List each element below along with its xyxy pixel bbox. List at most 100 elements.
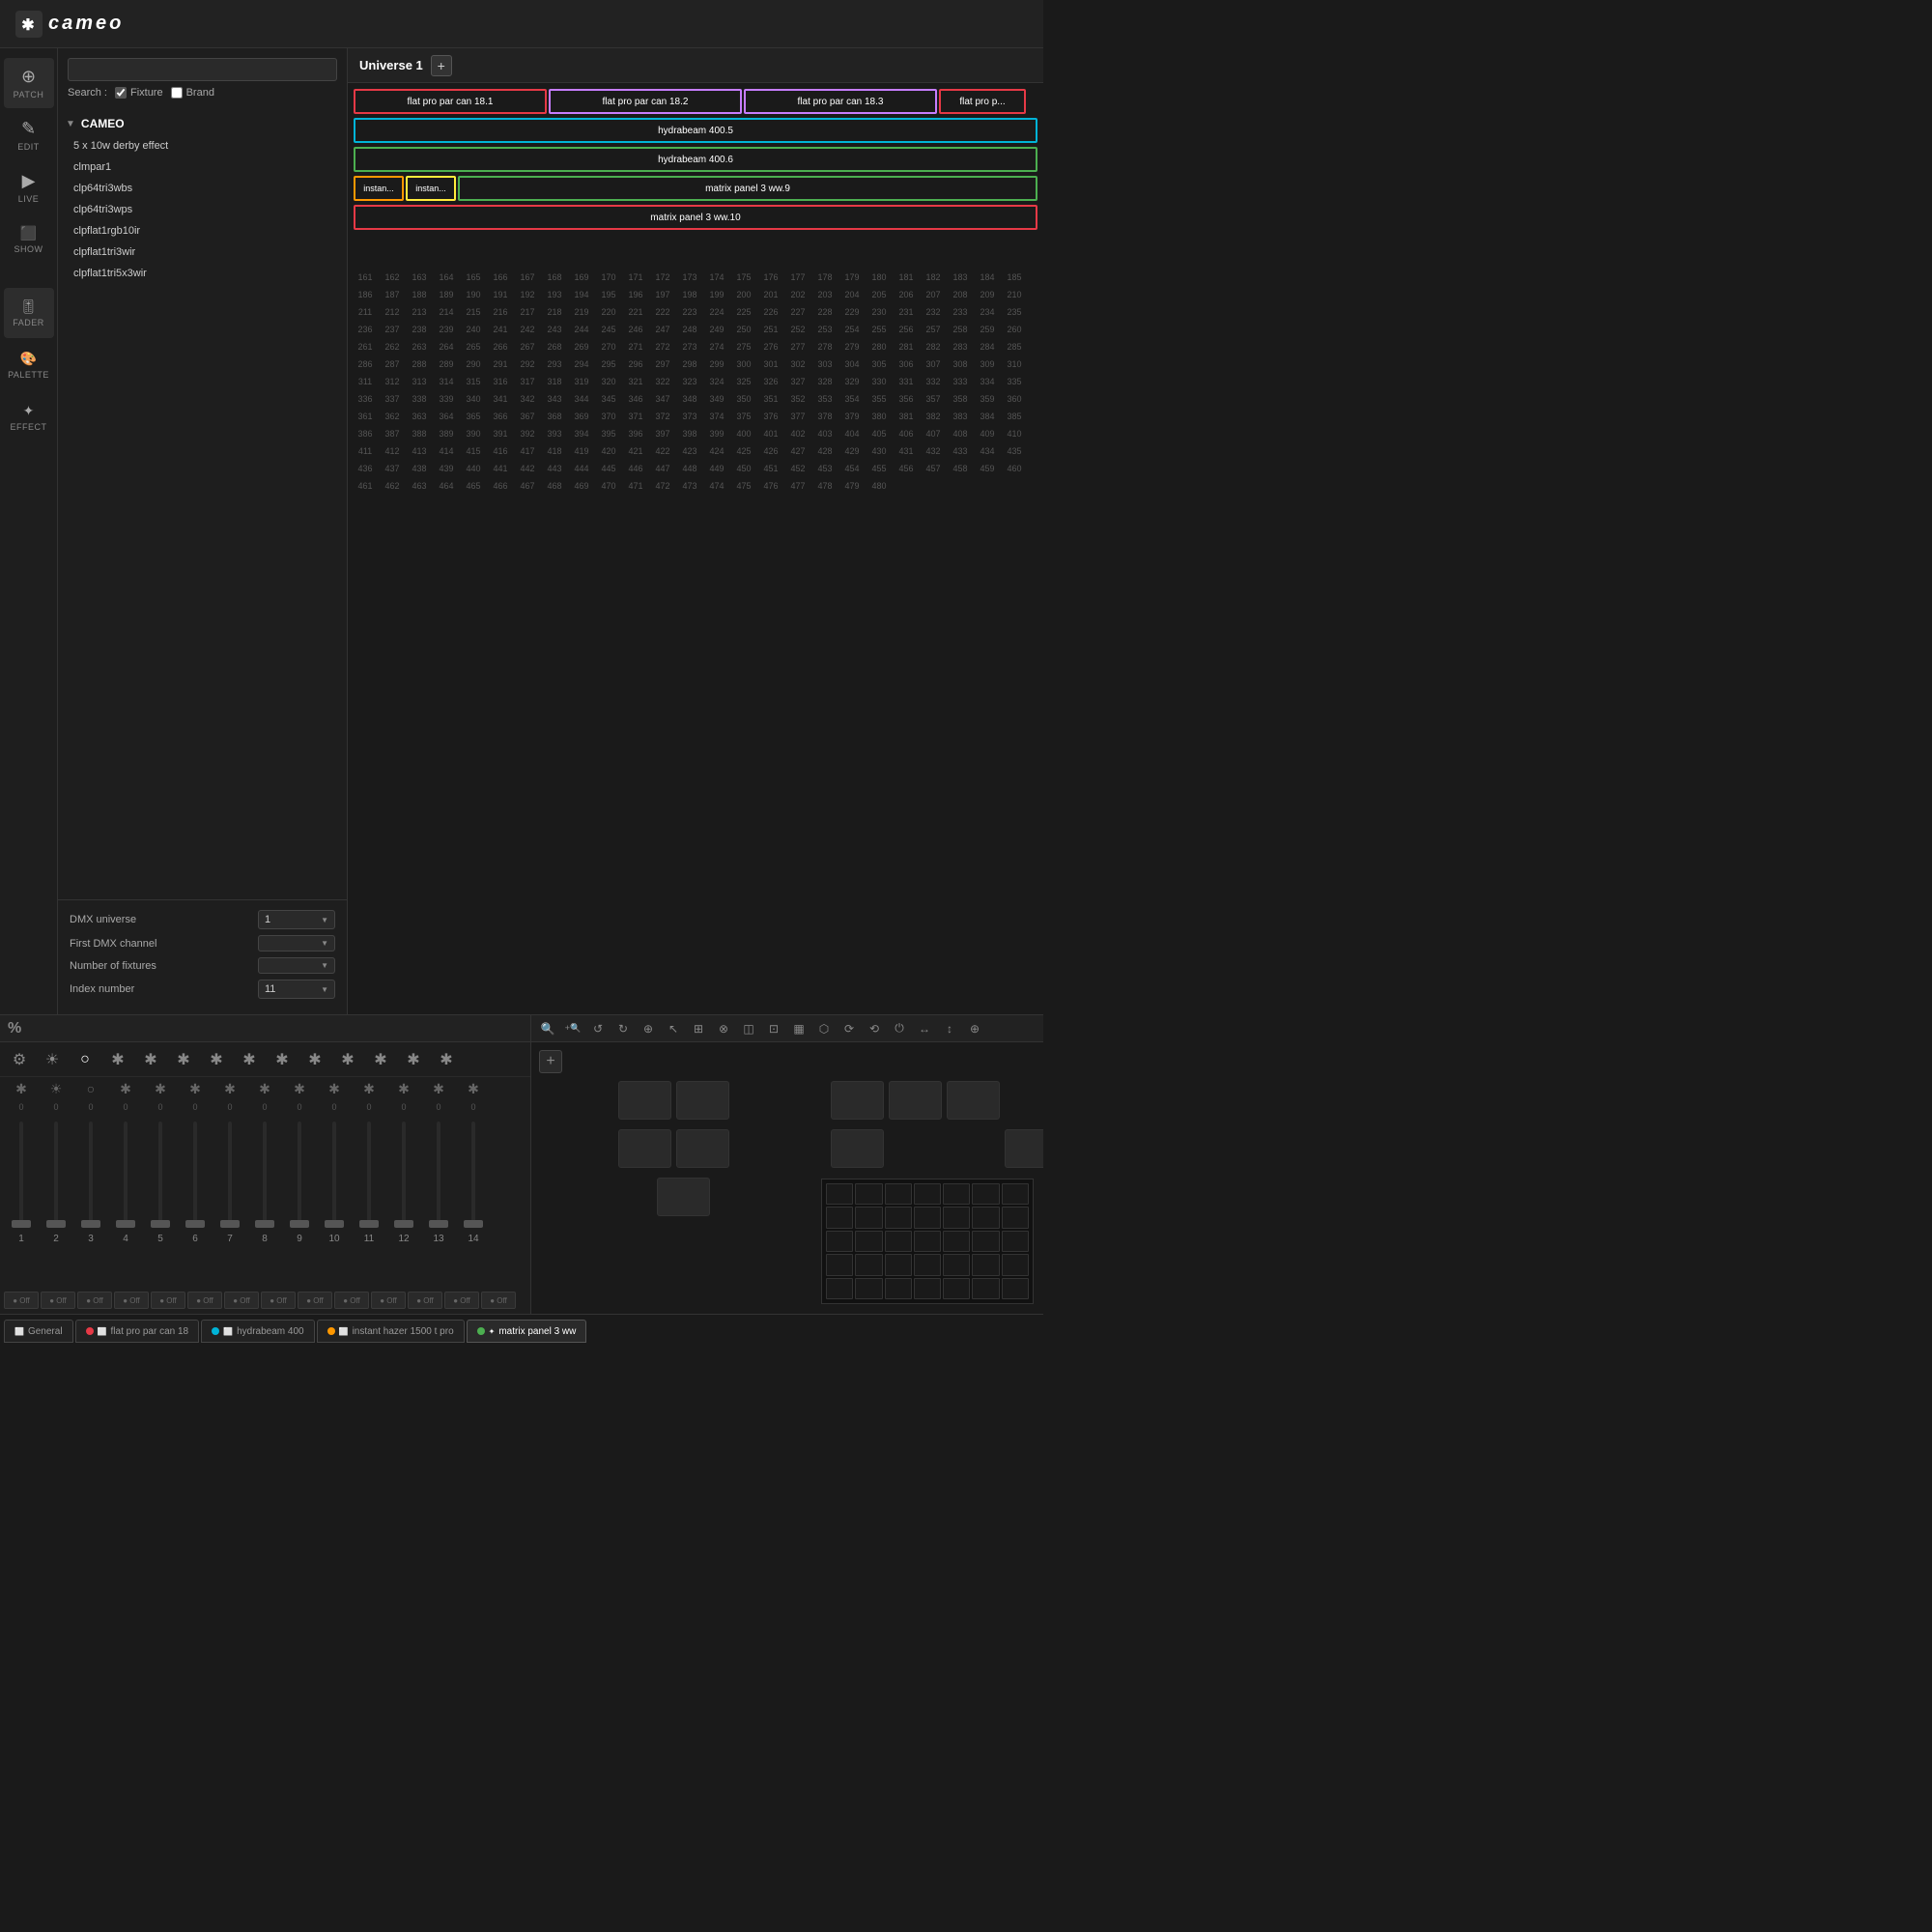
rotate-ccw-icon[interactable]: ⟳: [838, 1018, 860, 1039]
channel-num-311[interactable]: 311: [352, 373, 379, 390]
panel-icon[interactable]: ◫: [738, 1018, 759, 1039]
channel-num-202[interactable]: 202: [784, 286, 811, 303]
channel-num-424[interactable]: 424: [703, 442, 730, 460]
channel-num-460[interactable]: 460: [1001, 460, 1028, 477]
channel-num-258[interactable]: 258: [947, 321, 974, 338]
matrix-cell-1[interactable]: [855, 1183, 882, 1205]
channel-num-373[interactable]: 373: [676, 408, 703, 425]
fader-icon-star9[interactable]: ✱: [365, 1046, 396, 1073]
channel-num-392[interactable]: 392: [514, 425, 541, 442]
channel-num-224[interactable]: 224: [703, 303, 730, 321]
channel-num-225[interactable]: 225: [730, 303, 757, 321]
channel-num-307[interactable]: 307: [920, 355, 947, 373]
channel-num-375[interactable]: 375: [730, 408, 757, 425]
plus-circle-icon[interactable]: ⊕: [964, 1018, 985, 1039]
channel-num-448[interactable]: 448: [676, 460, 703, 477]
fader-handle-11[interactable]: [359, 1220, 379, 1228]
channel-num-370[interactable]: 370: [595, 408, 622, 425]
channel-num-335[interactable]: 335: [1001, 373, 1028, 390]
channel-num-336[interactable]: 336: [352, 390, 379, 408]
dmx-universe-input[interactable]: 1 ▼: [258, 910, 335, 929]
channel-num-350[interactable]: 350: [730, 390, 757, 408]
channel-num-319[interactable]: 319: [568, 373, 595, 390]
channel-num-270[interactable]: 270: [595, 338, 622, 355]
channel-num-467[interactable]: 467: [514, 477, 541, 495]
matrix-cell-26[interactable]: [972, 1254, 999, 1275]
sidebar-item-fader[interactable]: 🎚 FADER: [4, 288, 54, 338]
fixture-flat-pro-1[interactable]: flat pro par can 18.1: [354, 89, 547, 114]
tab-instant[interactable]: ⬜ instant hazer 1500 t pro: [317, 1320, 465, 1343]
channel-num-359[interactable]: 359: [974, 390, 1001, 408]
fader-btn-3[interactable]: ● Off: [77, 1292, 112, 1309]
fader-handle-4[interactable]: [116, 1220, 135, 1228]
channel-num-292[interactable]: 292: [514, 355, 541, 373]
fixture-flat-pro-4[interactable]: flat pro p...: [939, 89, 1026, 114]
matrix-cell-34[interactable]: [1002, 1278, 1029, 1299]
channel-num-394[interactable]: 394: [568, 425, 595, 442]
matrix-cell-25[interactable]: [943, 1254, 970, 1275]
channel-num-303[interactable]: 303: [811, 355, 838, 373]
channel-num-205[interactable]: 205: [866, 286, 893, 303]
channel-num-323[interactable]: 323: [676, 373, 703, 390]
channel-num-362[interactable]: 362: [379, 408, 406, 425]
channel-num-391[interactable]: 391: [487, 425, 514, 442]
fader-icon-cog[interactable]: ⚙: [4, 1046, 35, 1073]
matrix-cell-4[interactable]: [943, 1183, 970, 1205]
channel-num-436[interactable]: 436: [352, 460, 379, 477]
matrix-cell-28[interactable]: [826, 1278, 853, 1299]
fader-icon-star4[interactable]: ✱: [201, 1046, 232, 1073]
channel-num-369[interactable]: 369: [568, 408, 595, 425]
matrix-cell-12[interactable]: [972, 1207, 999, 1228]
fixture-hydrabeam-6[interactable]: hydrabeam 400.6: [354, 147, 1037, 172]
fader-handle-12[interactable]: [394, 1220, 413, 1228]
channel-num-417[interactable]: 417: [514, 442, 541, 460]
channel-num-371[interactable]: 371: [622, 408, 649, 425]
channel-num-283[interactable]: 283: [947, 338, 974, 355]
channel-num-413[interactable]: 413: [406, 442, 433, 460]
channel-num-472[interactable]: 472: [649, 477, 676, 495]
channel-num-227[interactable]: 227: [784, 303, 811, 321]
channel-num-198[interactable]: 198: [676, 286, 703, 303]
channel-num-279[interactable]: 279: [838, 338, 866, 355]
channel-num-254[interactable]: 254: [838, 321, 866, 338]
channel-num-268[interactable]: 268: [541, 338, 568, 355]
sidebar-item-live[interactable]: ▶ LIVE: [4, 162, 54, 213]
channel-num-418[interactable]: 418: [541, 442, 568, 460]
channel-num-272[interactable]: 272: [649, 338, 676, 355]
link-icon[interactable]: ↔: [914, 1018, 935, 1039]
channel-num-196[interactable]: 196: [622, 286, 649, 303]
channel-num-244[interactable]: 244: [568, 321, 595, 338]
channel-num-408[interactable]: 408: [947, 425, 974, 442]
channel-num-284[interactable]: 284: [974, 338, 1001, 355]
channel-num-176[interactable]: 176: [757, 269, 784, 286]
channel-num-376[interactable]: 376: [757, 408, 784, 425]
sidebar-item-edit[interactable]: ✎ EDIT: [4, 110, 54, 160]
channel-num-456[interactable]: 456: [893, 460, 920, 477]
tree-item-4[interactable]: clpflat1rgb10ir: [58, 220, 347, 242]
channel-num-386[interactable]: 386: [352, 425, 379, 442]
matrix-cell-27[interactable]: [1002, 1254, 1029, 1275]
channel-num-340[interactable]: 340: [460, 390, 487, 408]
channel-num-201[interactable]: 201: [757, 286, 784, 303]
channel-num-410[interactable]: 410: [1001, 425, 1028, 442]
channel-num-250[interactable]: 250: [730, 321, 757, 338]
channel-num-327[interactable]: 327: [784, 373, 811, 390]
channel-num-332[interactable]: 332: [920, 373, 947, 390]
channel-num-168[interactable]: 168: [541, 269, 568, 286]
channel-num-318[interactable]: 318: [541, 373, 568, 390]
channel-num-454[interactable]: 454: [838, 460, 866, 477]
channel-num-164[interactable]: 164: [433, 269, 460, 286]
fader-track-2[interactable]: [54, 1122, 58, 1228]
channel-num-434[interactable]: 434: [974, 442, 1001, 460]
fader-icon-star2[interactable]: ✱: [135, 1046, 166, 1073]
fader-handle-5[interactable]: [151, 1220, 170, 1228]
fader-icon-star3[interactable]: ✱: [168, 1046, 199, 1073]
channel-num-278[interactable]: 278: [811, 338, 838, 355]
channel-num-390[interactable]: 390: [460, 425, 487, 442]
fader-btn-10[interactable]: ● Off: [334, 1292, 369, 1309]
channel-num-163[interactable]: 163: [406, 269, 433, 286]
channel-num-274[interactable]: 274: [703, 338, 730, 355]
fixture-matrix-9[interactable]: matrix panel 3 ww.9: [458, 176, 1037, 201]
channel-num-204[interactable]: 204: [838, 286, 866, 303]
channel-num-388[interactable]: 388: [406, 425, 433, 442]
